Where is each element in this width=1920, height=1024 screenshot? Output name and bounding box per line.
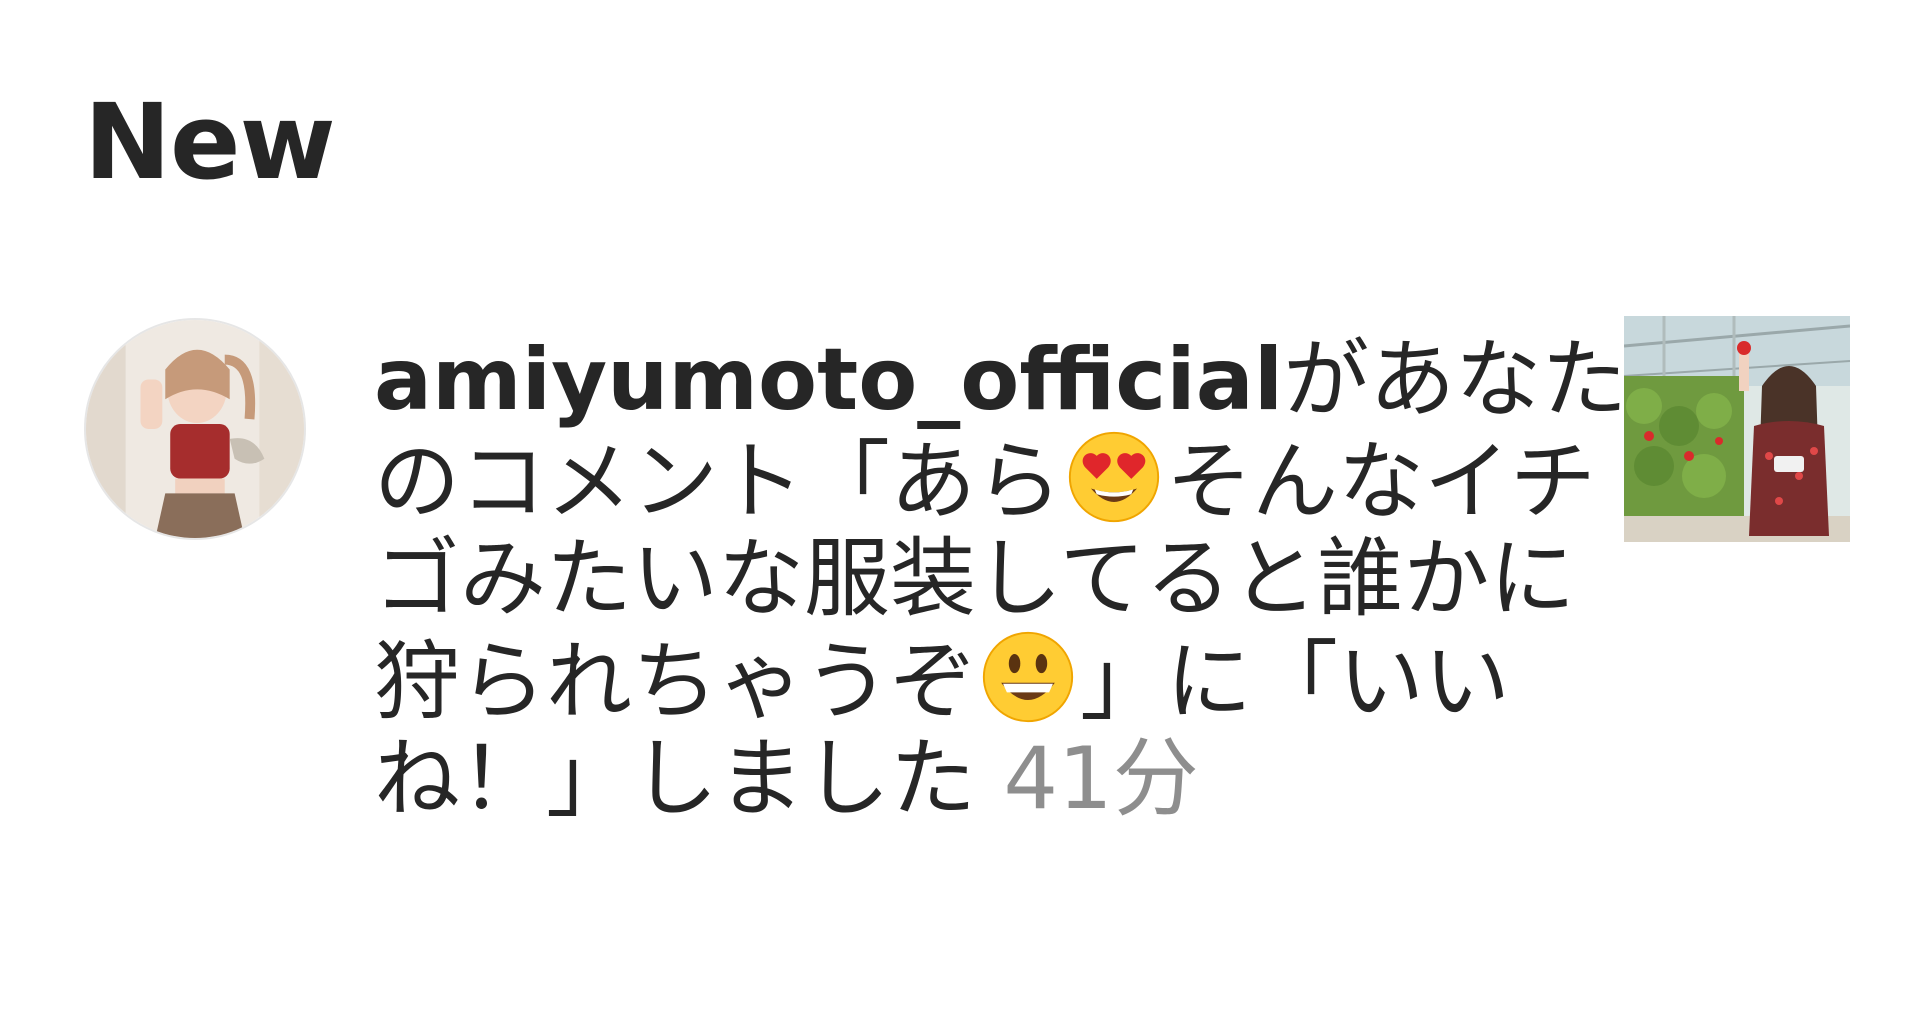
heart-eyes-emoji-icon	[1066, 429, 1162, 525]
notification-text: amiyumoto_officialがあなたのコメント「あら そんなイチゴみたい…	[374, 330, 1654, 829]
timestamp: 41分	[1003, 728, 1199, 829]
section-title-new: New	[84, 81, 336, 203]
avatar[interactable]	[84, 318, 306, 540]
grinning-face-emoji-icon	[980, 629, 1076, 725]
username[interactable]: amiyumoto_official	[374, 330, 1283, 430]
notification-item[interactable]: amiyumoto_officialがあなたのコメント「あら そんなイチゴみたい…	[84, 316, 1860, 998]
post-thumbnail[interactable]	[1624, 316, 1850, 542]
